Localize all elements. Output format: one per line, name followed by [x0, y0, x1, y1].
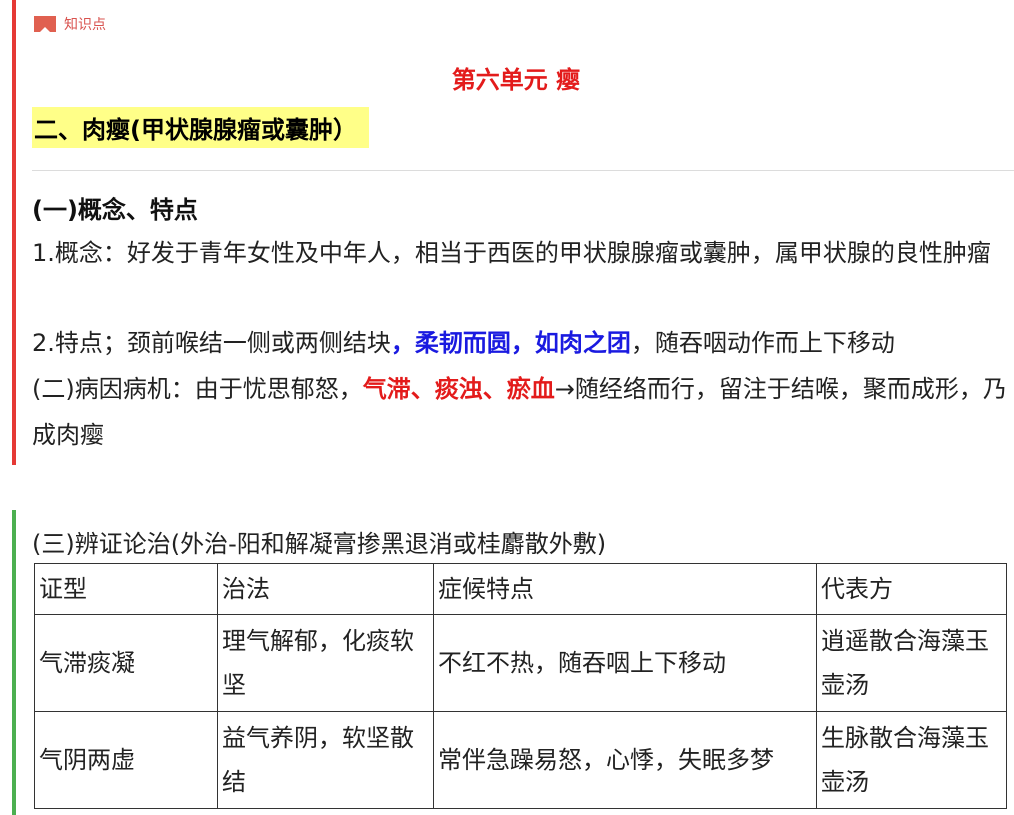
knowledge-point-label: 知识点: [64, 17, 106, 33]
cell-syndrome: 气滞痰凝: [34, 614, 218, 712]
features-emphasis: ，柔韧而圆，如肉之团: [390, 329, 631, 357]
cell-method: 理气解郁，化痰软坚: [217, 614, 434, 712]
concept-heading: (一)概念、特点: [32, 196, 198, 224]
features-text: 2.特点；颈前喉结一侧或两侧结块: [32, 329, 391, 357]
knowledge-section: 知识点 第六单元 瘿 二、肉瘿(甲状腺腺瘤或囊肿） (一)概念、特点 1.概念：…: [12, 0, 1014, 465]
header-formula: 代表方: [816, 563, 1007, 615]
cell-syndrome: 气阴两虚: [34, 711, 218, 809]
cell-symptoms: 常伴急躁易怒，心悸，失眠多梦: [433, 711, 817, 809]
cell-formula: 生脉散合海藻玉壶汤: [816, 711, 1007, 809]
table-header-row: 证型 治法 症候特点 代表方: [34, 563, 1007, 615]
table-row: 气阴两虚 益气养阴，软坚散结 常伴急躁易怒，心悸，失眠多梦 生脉散合海藻玉壶汤: [34, 711, 1007, 809]
section-subtitle: 二、肉瘿(甲状腺腺瘤或囊肿）: [32, 107, 369, 148]
cell-formula: 逍遥散合海藻玉壶汤: [816, 614, 1007, 712]
cell-symptoms: 不红不热，随吞咽上下移动: [433, 614, 817, 712]
unit-title: 第六单元 瘿: [451, 66, 581, 94]
treatment-heading: (三)辨证论治(外治-阳和解凝膏掺黑退消或桂麝散外敷): [32, 530, 607, 558]
knowledge-point-tag: 知识点: [34, 13, 106, 35]
table-row: 气滞痰凝 理气解郁，化痰软坚 不红不热，随吞咽上下移动 逍遥散合海藻玉壶汤: [34, 614, 1007, 712]
etiology-text: (二)病因病机：由于忧思郁怒，: [32, 375, 363, 403]
header-syndrome: 证型: [34, 563, 218, 615]
header-symptoms: 症候特点: [433, 563, 817, 615]
cell-method: 益气养阴，软坚散结: [217, 711, 434, 809]
features-paragraph: 2.特点；颈前喉结一侧或两侧结块，柔韧而圆，如肉之团，随吞咽动作而上下移动: [32, 320, 1014, 366]
syndrome-table: 证型 治法 症候特点 代表方 气滞痰凝 理气解郁，化痰软坚 不红不热，随吞咽上下…: [34, 563, 1007, 809]
features-text-end: ，随吞咽动作而上下移动: [630, 329, 895, 357]
etiology-emphasis: 气滞、痰浊、瘀血: [362, 375, 555, 403]
concept-paragraph: 1.概念：好发于青年女性及中年人，相当于西医的甲状腺腺瘤或囊肿，属甲状腺的良性肿…: [32, 239, 991, 267]
treatment-section: (三)辨证论治(外治-阳和解凝膏掺黑退消或桂麝散外敷) 证型 治法 症候特点 代…: [12, 510, 1014, 815]
flag-icon: [34, 16, 56, 32]
header-method: 治法: [217, 563, 434, 615]
etiology-paragraph: (二)病因病机：由于忧思郁怒，气滞、痰浊、瘀血→随经络而行，留注于结喉，聚而成形…: [32, 366, 1014, 458]
divider: [32, 170, 1014, 171]
